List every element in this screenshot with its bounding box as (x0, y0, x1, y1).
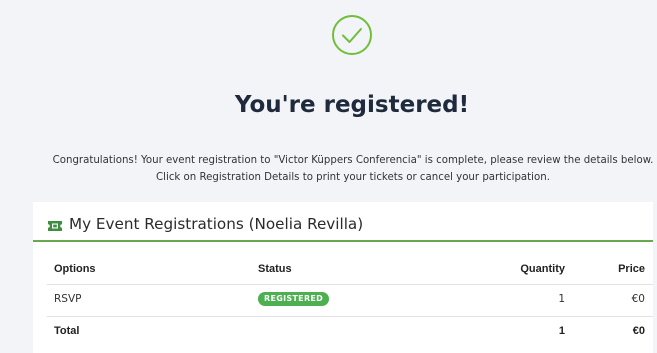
confirmation-message-line2: Click on Registration Details to print y… (156, 172, 550, 183)
column-header-price: Price (618, 263, 645, 275)
ticket-icon (47, 218, 63, 231)
price-cell: €0 (631, 293, 645, 305)
total-label: Total (54, 325, 80, 337)
confirmation-message: Congratulations! Your event registration… (33, 152, 657, 186)
check-circle-icon (331, 14, 373, 56)
column-header-status: Status (258, 263, 292, 275)
page-title: You're registered! (234, 92, 470, 118)
title-divider (33, 240, 653, 242)
registrations-card: My Event Registrations (Noelia Revilla) … (33, 202, 653, 353)
column-header-options: Options (54, 263, 96, 275)
registrations-title: My Event Registrations (Noelia Revilla) (47, 213, 363, 235)
status-cell: REGISTERED (258, 284, 330, 314)
option-cell: RSVP (54, 293, 82, 305)
status-badge: REGISTERED (258, 292, 330, 306)
total-quantity: 1 (558, 325, 565, 337)
registrations-title-text: My Event Registrations (Noelia Revilla) (69, 215, 364, 233)
quantity-cell: 1 (558, 293, 565, 305)
table-row[interactable]: RSVP REGISTERED 1 €0 (33, 284, 653, 314)
confirmation-message-line1: Congratulations! Your event registration… (52, 155, 654, 166)
page: You're registered! Congratulations! Your… (0, 0, 657, 353)
column-header-quantity: Quantity (520, 263, 565, 275)
table-header-row: Options Status Quantity Price (33, 254, 653, 284)
total-row: Total 1 €0 (33, 316, 653, 346)
total-price: €0 (632, 325, 645, 337)
